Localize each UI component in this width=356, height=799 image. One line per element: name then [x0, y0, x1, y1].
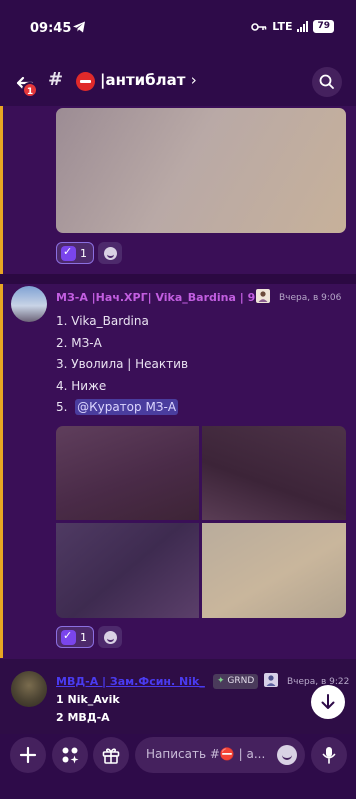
add-reaction-button[interactable]	[98, 242, 122, 264]
list-item: 1. Vika_Bardina	[56, 314, 149, 328]
image-attachment[interactable]	[202, 426, 346, 520]
author-name[interactable]: МЗ-А |Нач.ХРГ| Vika_Bardina | 9	[56, 291, 274, 304]
check-emoji-icon	[61, 629, 76, 645]
check-emoji-icon	[61, 245, 76, 261]
list-item: 5. @Куратор МЗ-А	[56, 399, 179, 415]
timestamp: Вчера, в 9:06	[279, 293, 342, 303]
arrow-down-icon	[321, 694, 335, 709]
server-tag[interactable]: ✦ GRND	[213, 674, 259, 689]
message-item	[0, 659, 356, 734]
battery-icon: 79	[313, 20, 334, 33]
sparkle-icon: ✦	[217, 676, 225, 686]
microphone-icon	[322, 747, 336, 764]
add-attachment-button[interactable]	[10, 737, 46, 773]
message-body: 1. Vika_Bardina 2. МЗ-А 3. Уволила | Неа…	[56, 311, 188, 419]
reaction-count: 1	[80, 246, 87, 260]
search-icon	[319, 74, 334, 89]
add-emoji-icon	[103, 630, 117, 644]
image-attachment[interactable]	[56, 108, 346, 233]
apps-icon	[62, 747, 79, 764]
image-attachment[interactable]	[202, 523, 346, 618]
avatar[interactable]	[11, 286, 47, 322]
status-icons: LTE 79	[251, 20, 334, 33]
highlight-bar	[0, 106, 3, 274]
add-reaction-button[interactable]	[98, 626, 122, 648]
scroll-to-bottom-button[interactable]	[311, 685, 345, 719]
status-bar: 09:45 LTE 79	[0, 0, 356, 58]
image-attachment[interactable]	[56, 426, 199, 520]
plus-icon	[19, 746, 37, 764]
highlight-bar	[0, 284, 3, 658]
message-separator	[0, 274, 356, 284]
list-item: 3. Уволила | Неактив	[56, 357, 189, 371]
message-line: 1 Nik_Avik	[56, 693, 120, 706]
unread-badge: 1	[22, 82, 38, 98]
telegram-icon	[73, 21, 85, 33]
emoji-picker-icon[interactable]	[277, 745, 297, 765]
gift-icon	[102, 748, 120, 764]
message-placeholder: Написать #⛔ | а...	[146, 747, 266, 761]
list-item: 2. МЗ-А	[56, 335, 102, 350]
key-icon	[251, 22, 267, 31]
avatar[interactable]	[11, 671, 47, 707]
author-name[interactable]: МВД-А | Зам.Фсин. Nik_	[56, 675, 208, 688]
network-type: LTE	[272, 20, 293, 33]
message-line: 2 МВД-А	[56, 711, 110, 724]
apps-button[interactable]	[52, 737, 88, 773]
hash-icon: #	[48, 69, 64, 90]
gift-button[interactable]	[93, 737, 129, 773]
reaction-count: 1	[80, 630, 87, 644]
status-time: 09:45	[30, 21, 72, 36]
signal-icon	[297, 21, 309, 32]
image-attachment[interactable]	[56, 523, 199, 618]
user-badge-icon	[256, 289, 270, 303]
voice-message-button[interactable]	[311, 737, 347, 773]
channel-header: 1 # |антиблат ›	[0, 58, 356, 106]
list-item: 4. Ниже	[56, 378, 107, 393]
reaction-check[interactable]: 1	[56, 626, 94, 648]
channel-title[interactable]: |антиблат ›	[100, 71, 197, 89]
reaction-check[interactable]: 1	[56, 242, 94, 264]
add-emoji-icon	[103, 246, 117, 260]
search-button[interactable]	[312, 67, 342, 97]
role-mention[interactable]: @Куратор МЗ-А	[75, 399, 179, 415]
no-entry-icon	[76, 72, 95, 91]
user-badge-icon	[264, 673, 278, 687]
